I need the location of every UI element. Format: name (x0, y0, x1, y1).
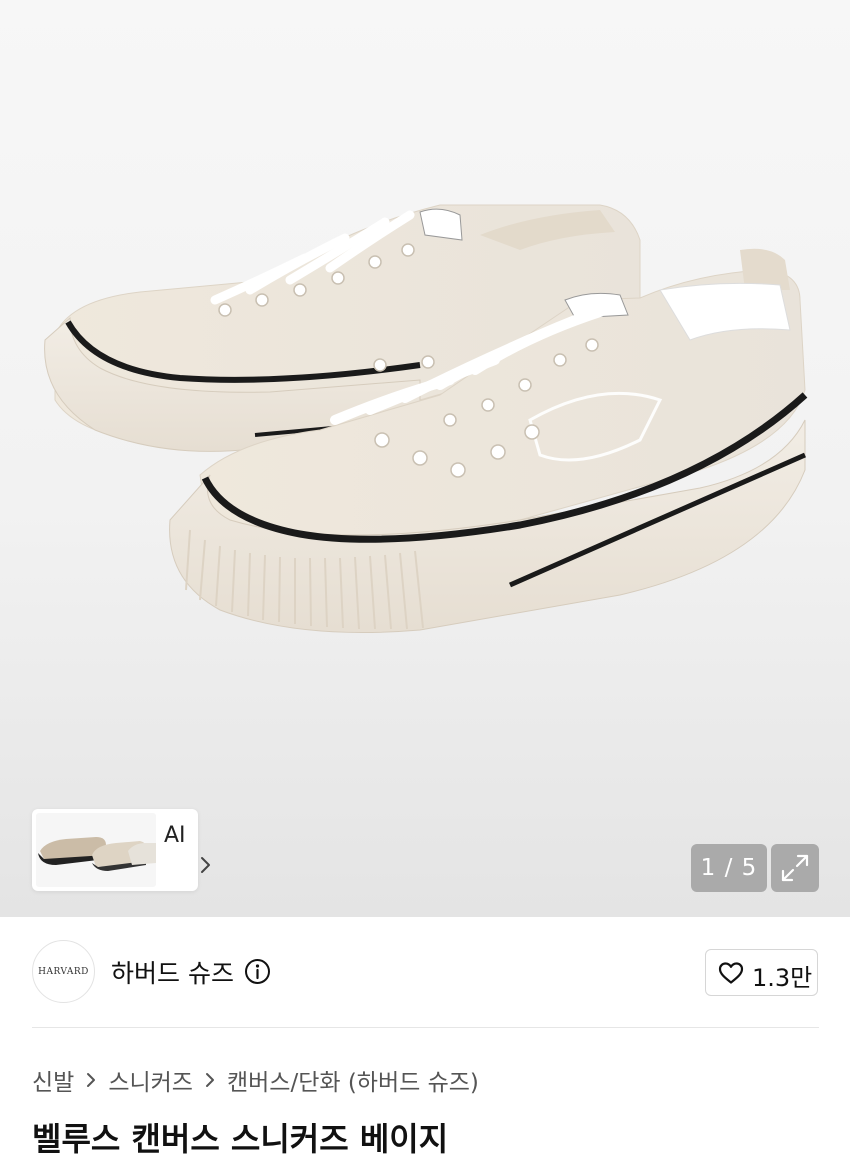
breadcrumb-item-sneakers[interactable]: 스니커즈 (108, 1063, 193, 1097)
product-image-carousel[interactable]: AI 1 / 5 (0, 0, 850, 917)
chevron-right-icon (87, 1073, 96, 1087)
ai-label: AI (164, 823, 186, 848)
divider (32, 1027, 819, 1028)
brand-name[interactable]: 하버드 슈즈 (111, 954, 234, 990)
expand-icon (781, 854, 809, 882)
product-title: 벨루스 캔버스 스니커즈 베이지 (32, 1120, 449, 1158)
heart-icon (718, 962, 744, 984)
breadcrumb-item-canvas[interactable]: 캔버스/단화 (하버드 슈즈) (227, 1063, 479, 1097)
like-count: 1.3만 (752, 964, 813, 992)
product-photo-sneakers (44, 204, 808, 633)
chevron-right-icon (205, 1073, 214, 1087)
breadcrumb: 신발 스니커즈 캔버스/단화 (하버드 슈즈) (32, 1063, 479, 1096)
chevron-right-icon (201, 857, 210, 873)
ai-thumbnail-image (36, 813, 156, 887)
brand-row: HARVARD 하버드 슈즈 1.3만 (32, 940, 818, 1004)
breadcrumb-item-shoes[interactable]: 신발 (32, 1063, 74, 1097)
image-counter: 1 / 5 (691, 844, 767, 892)
expand-button[interactable] (771, 844, 819, 892)
info-icon[interactable] (244, 958, 271, 985)
like-button[interactable]: 1.3만 (705, 949, 818, 996)
ai-recommendation-card[interactable]: AI (32, 809, 210, 891)
brand-logo[interactable]: HARVARD (32, 940, 95, 1003)
